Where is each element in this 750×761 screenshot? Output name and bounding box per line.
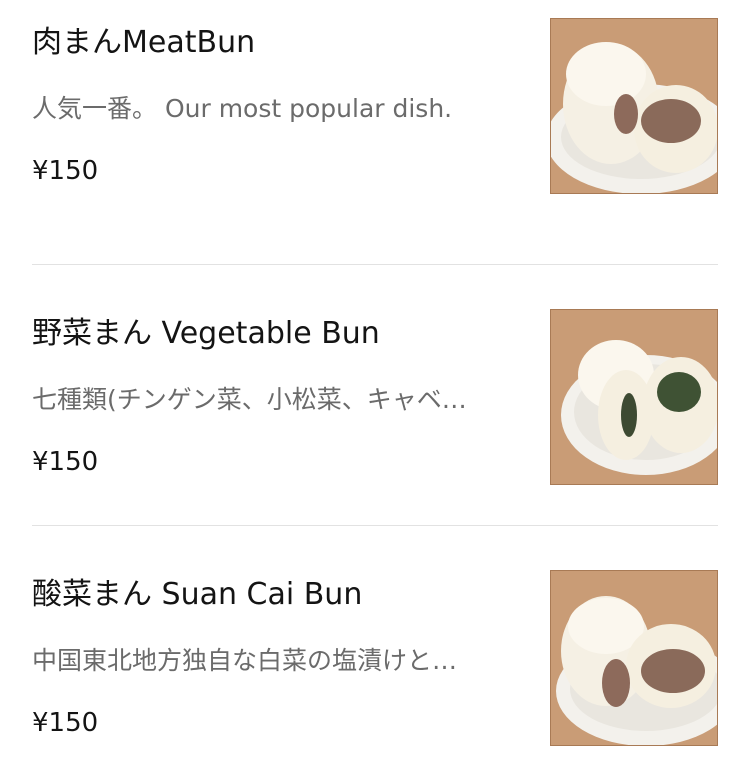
item-description: 人気一番。 Our most popular dish. xyxy=(32,94,453,123)
item-title: 酸菜まん Suan Cai Bun xyxy=(32,577,363,612)
menu-list: 肉まんMeatBun 人気一番。 Our most popular dish. … xyxy=(0,0,750,761)
item-description: 中国東北地方独自な白菜の塩漬けと… xyxy=(32,646,458,675)
menu-item-meat-bun[interactable]: 肉まんMeatBun 人気一番。 Our most popular dish. … xyxy=(32,0,718,240)
item-price: ¥150 xyxy=(32,447,99,477)
vegetable-bun-image xyxy=(551,310,717,484)
meat-bun-photo[interactable] xyxy=(550,18,718,194)
item-price: ¥150 xyxy=(32,156,99,186)
menu-item-suan-cai-bun[interactable]: 酸菜まん Suan Cai Bun 中国東北地方独自な白菜の塩漬けと… ¥150 xyxy=(32,552,718,761)
vegetable-bun-photo[interactable] xyxy=(550,309,718,485)
item-price: ¥150 xyxy=(32,708,99,738)
divider xyxy=(32,525,718,526)
item-description: 七種類(チンゲン菜、小松菜、キャベ… xyxy=(32,385,467,414)
suan-cai-bun-image xyxy=(551,571,717,745)
suan-cai-bun-photo[interactable] xyxy=(550,570,718,746)
item-title: 肉まんMeatBun xyxy=(32,25,256,60)
menu-item-vegetable-bun[interactable]: 野菜まん Vegetable Bun 七種類(チンゲン菜、小松菜、キャベ… ¥1… xyxy=(32,290,718,500)
item-title: 野菜まん Vegetable Bun xyxy=(32,316,380,351)
divider xyxy=(32,264,718,265)
meat-bun-image xyxy=(551,19,717,193)
